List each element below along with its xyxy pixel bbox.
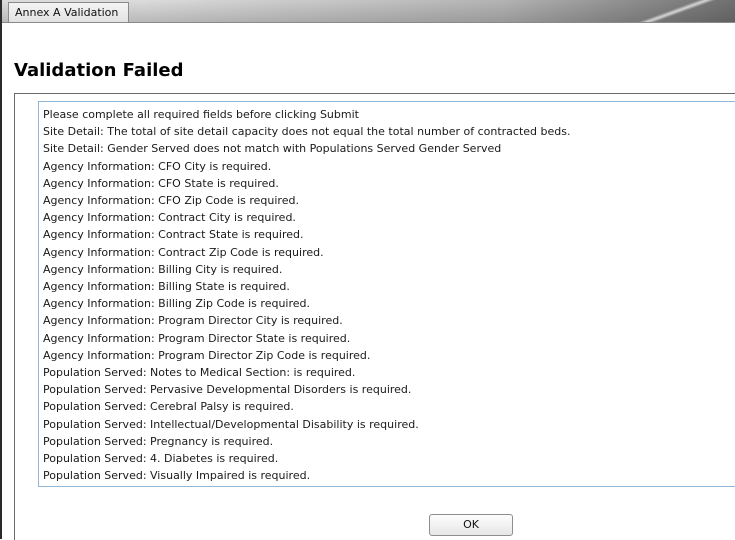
window-title: Annex A Validation — [8, 2, 130, 22]
validation-message: Site Detail: The total of site detail ca… — [43, 125, 571, 139]
validation-message: Agency Information: Program Director Zip… — [43, 348, 371, 362]
validation-message: Agency Information: Billing State is req… — [43, 280, 290, 294]
validation-message: Agency Information: CFO City is required… — [43, 159, 272, 173]
validation-message: Agency Information: Contract State is re… — [43, 228, 304, 242]
title-bar: Annex A Validation — [2, 0, 735, 23]
validation-message: Population Served: Pervasive Development… — [43, 383, 412, 397]
validation-message: Agency Information: Billing Zip Code is … — [43, 297, 310, 311]
ok-button[interactable]: OK — [429, 514, 513, 536]
validation-message: Site Detail: Gender Served does not matc… — [43, 142, 502, 156]
validation-message: Agency Information: CFO State is require… — [43, 176, 279, 190]
title-bar-shine — [617, 0, 735, 22]
validation-message: Population Served: Intellectual/Developm… — [43, 417, 419, 431]
validation-message: Agency Information: Program Director Cit… — [43, 314, 343, 328]
validation-message: Population Served: Notes to Medical Sect… — [43, 366, 356, 380]
validation-message: Population Served: Visually Impaired is … — [43, 469, 311, 483]
validation-message: Agency Information: CFO Zip Code is requ… — [43, 194, 299, 208]
dialog-heading: Validation Failed — [14, 60, 184, 81]
validation-message: Please complete all required fields befo… — [43, 108, 359, 121]
validation-message: Population Served: 4. Diabetes is requir… — [43, 452, 279, 466]
validation-dialog: Annex A Validation Validation Failed Ple… — [0, 0, 735, 540]
validation-message: Population Served: Cerebral Palsy is req… — [43, 400, 294, 414]
validation-message: Population Served: Pregnancy is required… — [43, 434, 274, 448]
validation-message: Agency Information: Contract Zip Code is… — [43, 245, 324, 259]
validation-message: Agency Information: Billing City is requ… — [43, 262, 283, 276]
message-items: Please complete all required fields befo… — [39, 102, 735, 484]
validation-message: Agency Information: Program Director Sta… — [43, 331, 351, 345]
validation-message: Agency Information: Contract City is req… — [43, 211, 296, 225]
validation-message-list[interactable]: Please complete all required fields befo… — [38, 101, 735, 487]
